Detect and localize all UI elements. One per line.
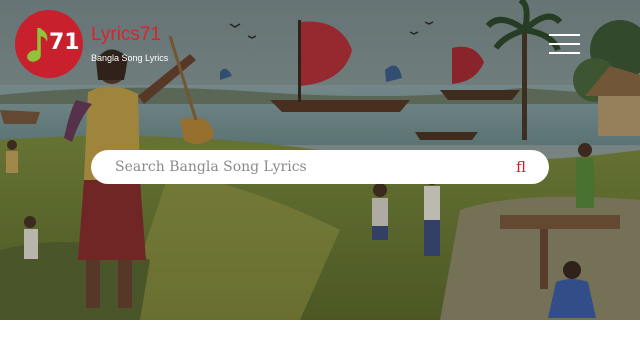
search-icon[interactable]: fl xyxy=(509,155,533,179)
logo-number: 71 xyxy=(49,30,80,55)
site-name: Lyrics71 xyxy=(91,24,162,45)
hero-banner: 71 Lyrics71 Bangla Song Lyrics fl xyxy=(0,0,640,320)
site-logo[interactable]: 71 Lyrics71 Bangla Song Lyrics xyxy=(15,10,175,78)
site-tagline: Bangla Song Lyrics xyxy=(91,53,169,63)
hamburger-menu-icon[interactable] xyxy=(549,34,580,54)
search-input[interactable] xyxy=(115,150,495,184)
music-note-icon xyxy=(27,28,48,62)
search-bar: fl xyxy=(91,150,549,184)
